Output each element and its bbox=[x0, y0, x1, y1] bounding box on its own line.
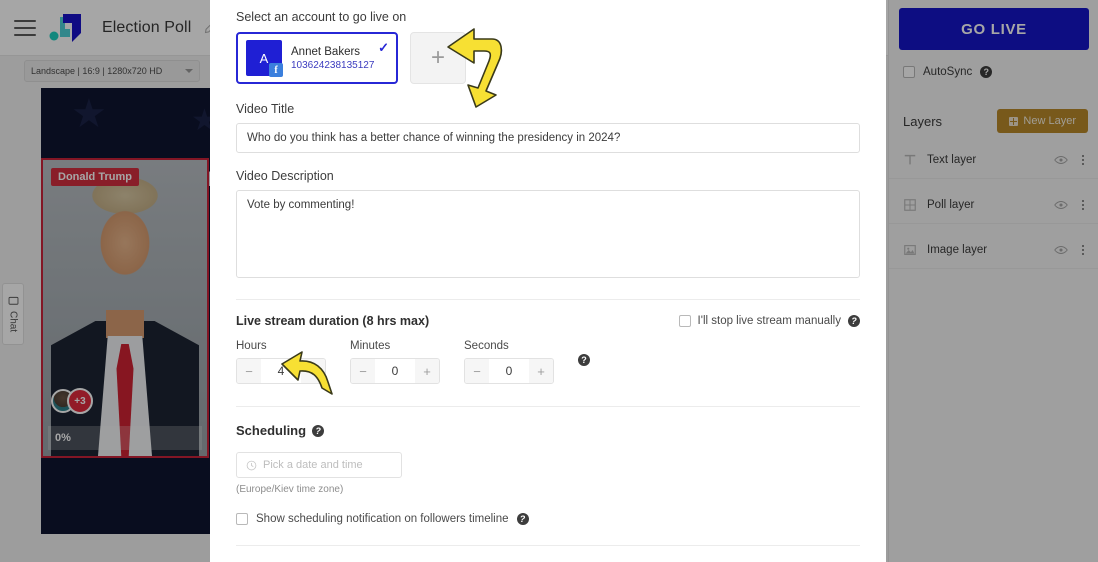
timezone-note: (Europe/Kiev time zone) bbox=[236, 484, 344, 495]
hours-stepper: − 4 + bbox=[236, 358, 326, 384]
manual-stop-checkbox[interactable] bbox=[678, 315, 691, 327]
account-card-selected[interactable]: A f Annet Bakers 103624238135127 ✓ bbox=[236, 32, 398, 84]
minutes-decrement-button[interactable]: − bbox=[351, 359, 375, 383]
scheduling-notification-help-icon[interactable]: ? bbox=[516, 513, 529, 525]
account-section-label: Select an account to go live on bbox=[236, 10, 407, 24]
scheduling-title: Scheduling bbox=[236, 423, 307, 438]
hours-value[interactable]: 4 bbox=[261, 359, 301, 383]
minutes-stepper-group: Minutes − 0 + bbox=[350, 340, 440, 384]
video-description-label: Video Description bbox=[236, 169, 334, 183]
seconds-increment-button[interactable]: + bbox=[529, 359, 553, 383]
add-account-button[interactable]: + bbox=[410, 32, 466, 84]
minutes-stepper: − 0 + bbox=[350, 358, 440, 384]
scheduling-notification-label: Show scheduling notification on follower… bbox=[256, 513, 509, 525]
minutes-label: Minutes bbox=[350, 340, 391, 352]
seconds-label: Seconds bbox=[464, 340, 509, 352]
go-live-settings-modal: Select an account to go live on A f Anne… bbox=[210, 0, 886, 562]
seconds-value[interactable]: 0 bbox=[489, 359, 529, 383]
app-root: Election Poll Landscape | 16:9 | 1280x72… bbox=[0, 0, 1098, 562]
divider bbox=[236, 406, 860, 407]
seconds-stepper: − 0 + bbox=[464, 358, 554, 384]
scheduling-notification-checkbox[interactable] bbox=[236, 513, 248, 525]
duration-steppers: Hours − 4 + Minutes − 0 + Seconds − 0 + … bbox=[236, 340, 860, 384]
accounts-row: A f Annet Bakers 103624238135127 ✓ + bbox=[236, 32, 860, 84]
check-icon: ✓ bbox=[378, 40, 389, 55]
seconds-decrement-button[interactable]: − bbox=[465, 359, 489, 383]
clock-icon bbox=[246, 460, 257, 470]
hours-label: Hours bbox=[236, 340, 267, 352]
divider bbox=[236, 299, 860, 300]
date-time-picker[interactable]: Pick a date and time bbox=[236, 452, 402, 478]
scheduling-title-row: Scheduling ? bbox=[236, 423, 860, 438]
account-name: Annet Bakers bbox=[291, 45, 361, 58]
duration-help-icon[interactable]: ? bbox=[578, 353, 590, 366]
duration-header: Live stream duration (8 hrs max) I'll st… bbox=[236, 314, 860, 328]
manual-stop-help-icon[interactable]: ? bbox=[848, 315, 860, 327]
video-description-textarea[interactable]: Vote by commenting! bbox=[236, 190, 860, 278]
hours-stepper-group: Hours − 4 + bbox=[236, 340, 326, 384]
video-title-label: Video Title bbox=[236, 102, 295, 116]
divider bbox=[236, 545, 860, 546]
video-title-input[interactable] bbox=[236, 123, 860, 153]
avatar-initial: A bbox=[259, 50, 269, 66]
facebook-badge-icon: f bbox=[269, 63, 283, 77]
scheduling-help-icon[interactable]: ? bbox=[312, 424, 325, 437]
seconds-stepper-group: Seconds − 0 + bbox=[464, 340, 554, 384]
account-id: 103624238135127 bbox=[291, 60, 375, 72]
hours-decrement-button[interactable]: − bbox=[237, 359, 261, 383]
scheduling-notification-row[interactable]: Show scheduling notification on follower… bbox=[236, 513, 860, 525]
hours-increment-button[interactable]: + bbox=[301, 359, 325, 383]
avatar: A f bbox=[246, 40, 283, 77]
date-time-placeholder: Pick a date and time bbox=[263, 459, 363, 471]
duration-title: Live stream duration (8 hrs max) bbox=[236, 314, 430, 328]
minutes-value[interactable]: 0 bbox=[375, 359, 415, 383]
manual-stop-row[interactable]: I'll stop live stream manually ? bbox=[678, 315, 860, 327]
manual-stop-label: I'll stop live stream manually bbox=[697, 315, 841, 327]
minutes-increment-button[interactable]: + bbox=[415, 359, 439, 383]
